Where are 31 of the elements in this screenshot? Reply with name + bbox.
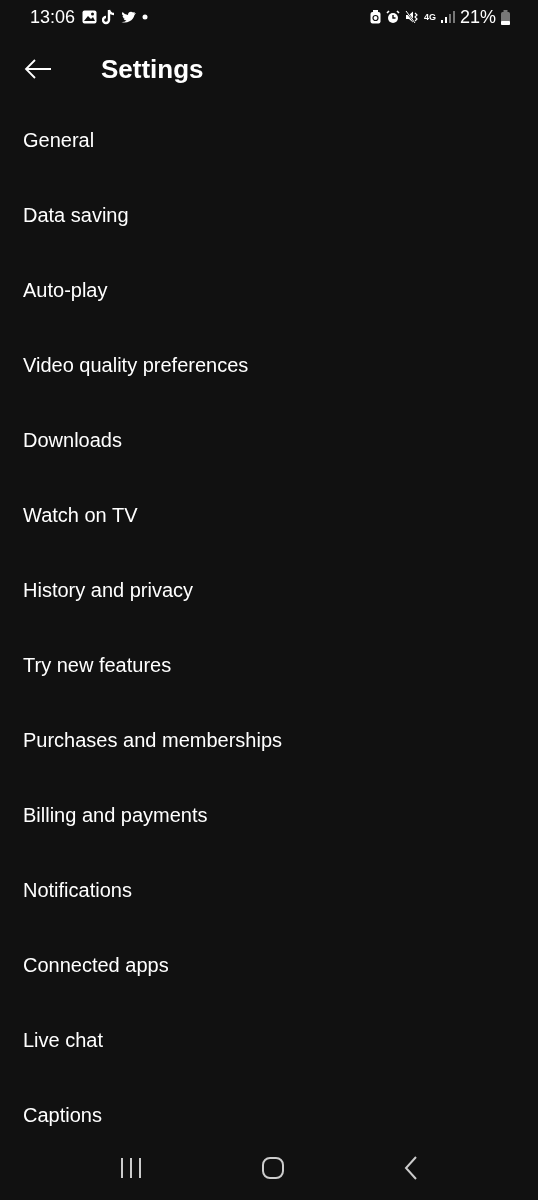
settings-item[interactable]: General [0,103,538,178]
settings-item[interactable]: History and privacy [0,553,538,628]
settings-item[interactable]: Try new features [0,628,538,703]
network-type: 4G [423,12,436,22]
music-note-icon [102,9,117,25]
recent-apps-icon[interactable] [119,1157,142,1179]
settings-item[interactable]: Billing and payments [0,778,538,853]
bird-icon [121,10,138,24]
battery-saver-icon [369,10,381,24]
back-icon[interactable] [404,1156,419,1180]
settings-item[interactable]: Captions [0,1078,538,1153]
battery-icon [501,9,510,25]
dot-icon [142,14,149,20]
gallery-icon [82,10,98,24]
home-icon[interactable] [261,1156,285,1180]
back-button[interactable] [24,57,54,81]
mute-icon [404,10,419,24]
settings-item[interactable]: Notifications [0,853,538,928]
settings-item[interactable]: Connected apps [0,928,538,1003]
alarm-icon [385,10,400,24]
signal-icon [440,11,455,23]
settings-item[interactable]: Live chat [0,1003,538,1078]
settings-item[interactable]: Downloads [0,403,538,478]
settings-item[interactable]: Data saving [0,178,538,253]
settings-item[interactable]: Auto-play [0,253,538,328]
battery-percent: 21% [459,6,496,28]
settings-item[interactable]: Watch on TV [0,478,538,553]
page-title: Settings [101,53,204,85]
settings-item[interactable]: Video quality preferences [0,328,538,403]
status-time: 13:06 [30,6,76,28]
settings-item[interactable]: Purchases and memberships [0,703,538,778]
